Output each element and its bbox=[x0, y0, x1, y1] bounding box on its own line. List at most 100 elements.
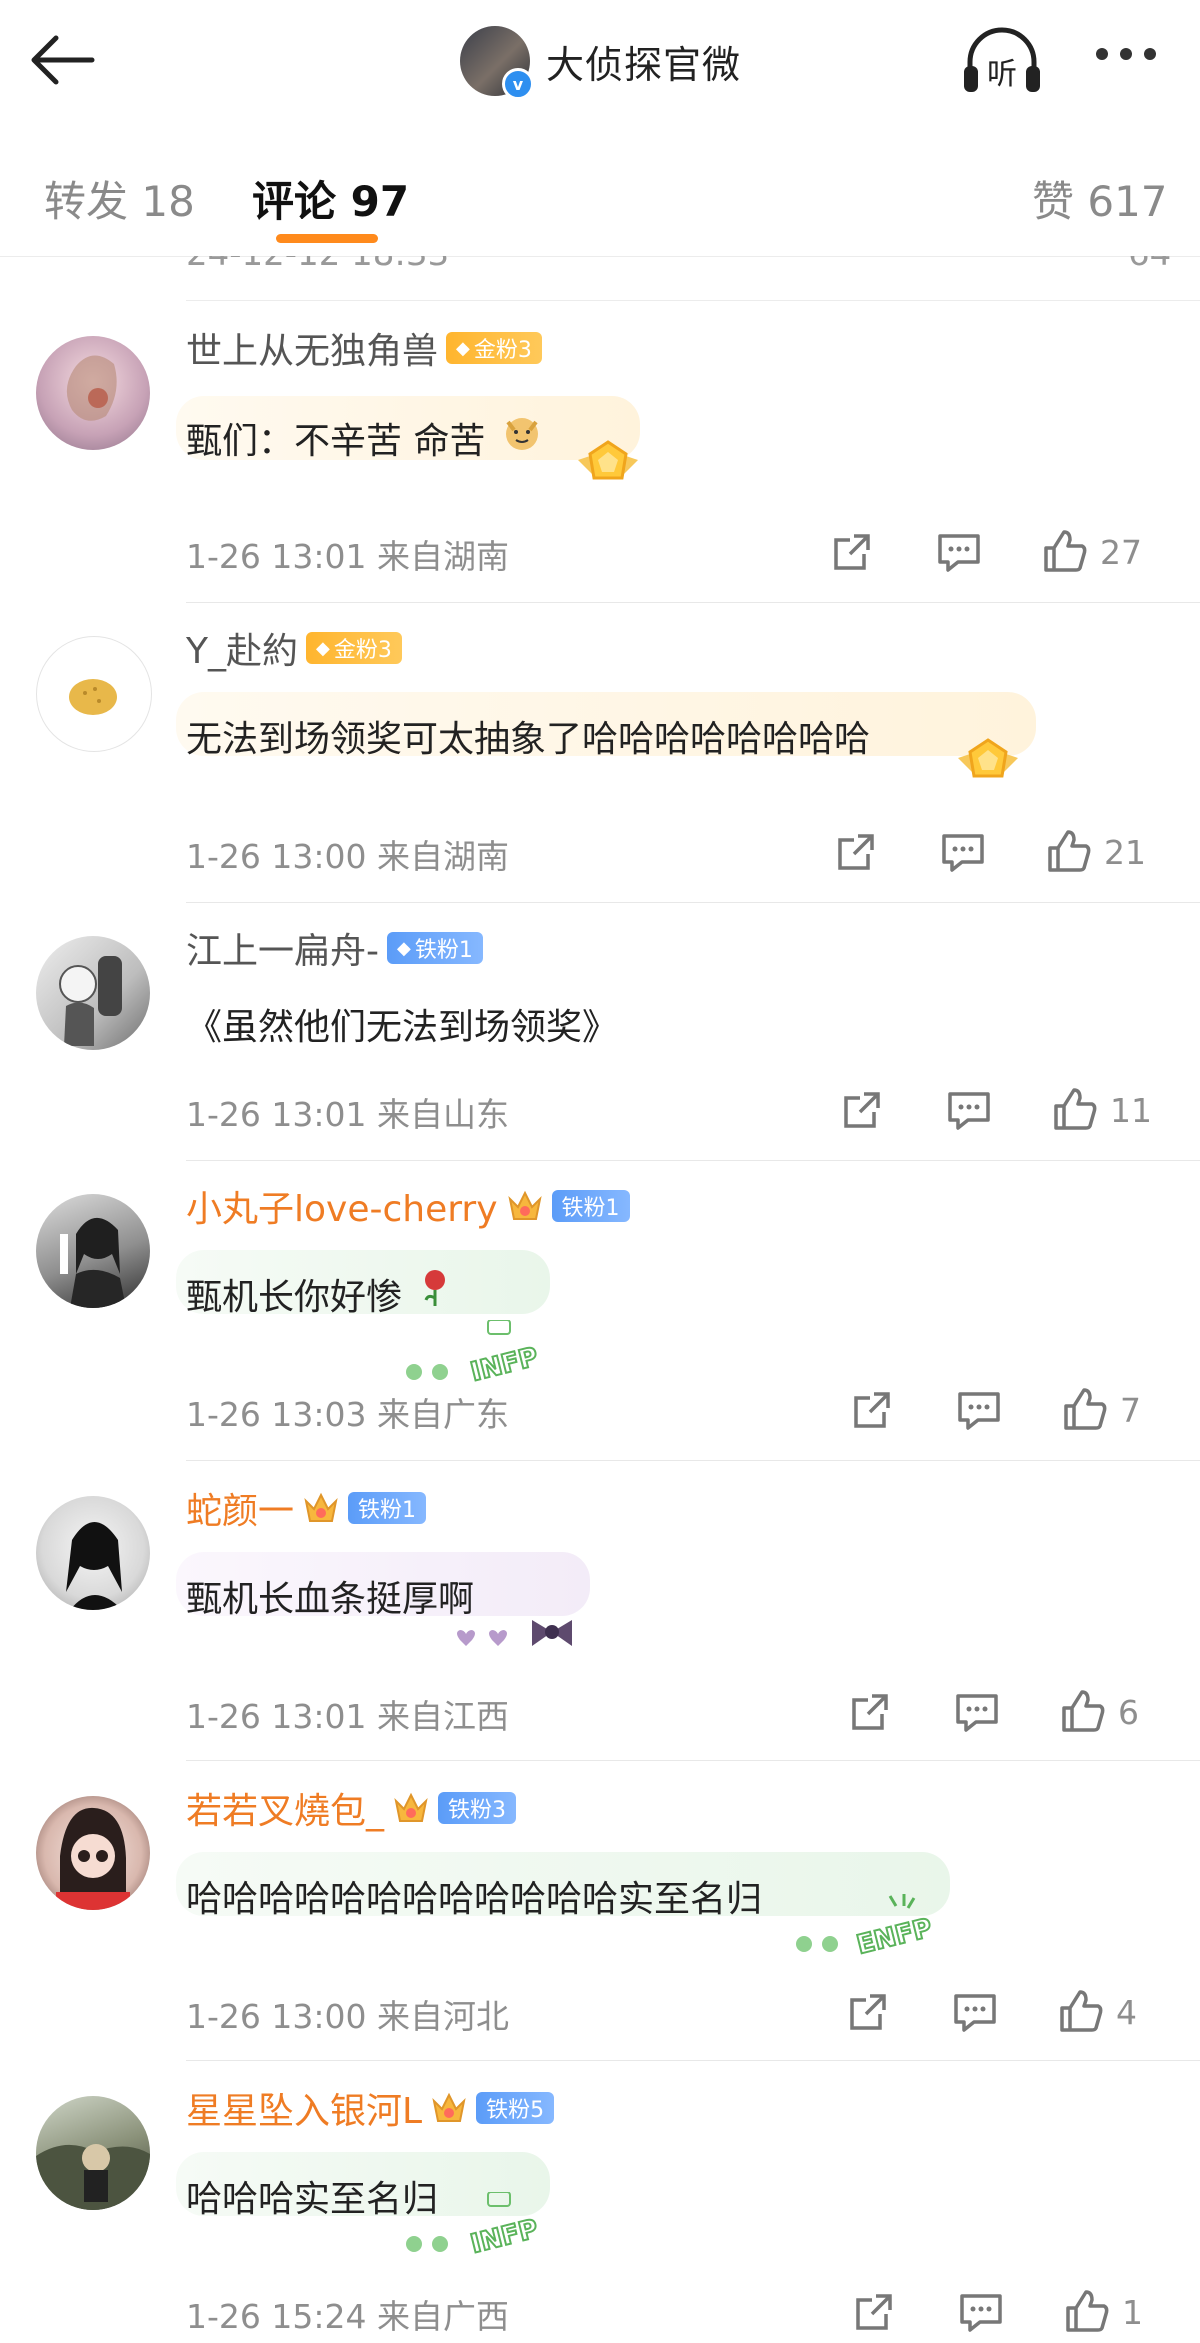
comment-meta: 1-26 13:00 来自河北 bbox=[186, 1990, 509, 2038]
like-button[interactable]: 27 bbox=[1040, 528, 1142, 576]
fan-badge[interactable]: 铁粉5 bbox=[476, 2092, 555, 2124]
rose-emoji-icon bbox=[424, 1270, 445, 1306]
fan-badge[interactable]: 铁粉1 bbox=[348, 1492, 427, 1524]
comment-meta: 1-26 13:01 来自山东 bbox=[186, 1088, 509, 1136]
comment-location: 来自河北 bbox=[377, 1997, 509, 2036]
share-icon[interactable] bbox=[848, 1690, 892, 1734]
comment-time: 1-26 13:00 bbox=[186, 837, 367, 876]
fan-badge[interactable]: 铁粉1 bbox=[551, 1190, 630, 1222]
reply-icon[interactable] bbox=[936, 530, 982, 574]
share-icon[interactable] bbox=[834, 830, 878, 874]
fan-badge[interactable]: ◆ 铁粉1 bbox=[387, 932, 483, 964]
fan-badge[interactable]: ◆ 金粉3 bbox=[306, 632, 402, 664]
account-name[interactable]: 大侦探官微 bbox=[546, 34, 741, 89]
thumbs-up-icon bbox=[1064, 1388, 1107, 1430]
fan-badge[interactable]: ◆ 金粉3 bbox=[446, 332, 542, 364]
user-avatar[interactable] bbox=[36, 936, 150, 1050]
comment-location: 来自湖南 bbox=[377, 837, 509, 876]
comment-actions: 11 bbox=[840, 1086, 1180, 1134]
mbti-sticker-label: INFP bbox=[468, 1342, 541, 1388]
tab-bar: 转发 18 评论 97 赞 617 bbox=[0, 122, 1200, 257]
comment-meta: 1-26 13:03 来自广东 bbox=[186, 1388, 509, 1436]
comment-text: 甄机长血条挺厚啊 bbox=[186, 1579, 475, 1620]
purple-hearts-bow-decoration-icon bbox=[457, 1620, 572, 1646]
comment-actions: 21 bbox=[834, 828, 1174, 876]
share-icon[interactable] bbox=[846, 1990, 890, 2034]
reply-icon[interactable] bbox=[952, 1990, 998, 2034]
tab-likes[interactable]: 赞 617 bbox=[1032, 168, 1168, 229]
like-count: 11 bbox=[1110, 1090, 1152, 1130]
tab-comments[interactable]: 评论 97 bbox=[252, 168, 409, 229]
fan-badge-label: 铁粉5 bbox=[486, 2098, 545, 2123]
share-icon[interactable] bbox=[830, 530, 874, 574]
comment-item: 世上从无独角兽 ◆ 金粉3 甄们：不辛苦 命苦 1-26 13:01 来自湖南 2… bbox=[0, 300, 1200, 602]
comment-meta: 1-26 15:24 来自广西 bbox=[186, 2290, 509, 2338]
share-icon[interactable] bbox=[850, 1388, 894, 1432]
user-name[interactable]: 若若叉燒包_ bbox=[186, 1782, 384, 1834]
doge-emoji-icon bbox=[506, 418, 538, 450]
reply-icon[interactable] bbox=[958, 2290, 1004, 2334]
back-arrow-icon[interactable] bbox=[28, 30, 100, 90]
like-button[interactable]: 21 bbox=[1044, 828, 1146, 876]
previous-comment-partial: 24-12-12 18:33 64 bbox=[186, 256, 1200, 301]
reply-icon[interactable] bbox=[940, 830, 986, 874]
reply-icon[interactable] bbox=[954, 1690, 1000, 1734]
comment-item: 若若叉燒包_ 铁粉3 哈哈哈哈哈哈哈哈哈哈哈哈实至名归 ENFP 1-26 13… bbox=[0, 1760, 1200, 2060]
user-avatar[interactable] bbox=[36, 1194, 150, 1308]
user-avatar[interactable] bbox=[36, 636, 152, 752]
mbti-sticker-label: INFP bbox=[468, 2214, 541, 2260]
user-name[interactable]: 蛇颜一 bbox=[186, 1482, 294, 1534]
more-options-icon[interactable] bbox=[1096, 48, 1156, 60]
thumbs-up-icon bbox=[1062, 1690, 1105, 1732]
crown-icon bbox=[432, 2092, 466, 2122]
like-count: 6 bbox=[1118, 1692, 1139, 1732]
like-button[interactable]: 1 bbox=[1062, 2288, 1143, 2336]
comment-actions: 4 bbox=[846, 1988, 1186, 2036]
user-avatar[interactable] bbox=[36, 2096, 150, 2210]
listen-headphones-icon[interactable]: 听 bbox=[960, 24, 1044, 98]
like-button[interactable]: 6 bbox=[1058, 1688, 1139, 1736]
fan-badge-label: 铁粉1 bbox=[561, 1196, 620, 1221]
user-name[interactable]: Y_赴約 bbox=[186, 622, 298, 674]
user-avatar[interactable] bbox=[36, 336, 150, 450]
crown-icon bbox=[304, 1492, 338, 1522]
comment-meta: 1-26 13:00 来自湖南 bbox=[186, 830, 509, 878]
user-name[interactable]: 江上一扁舟- bbox=[186, 922, 379, 974]
fan-badge-label: 铁粉3 bbox=[448, 1798, 507, 1823]
fan-badge-label: 铁粉1 bbox=[358, 1498, 417, 1523]
user-name[interactable]: 小丸子love-cherry bbox=[186, 1180, 498, 1232]
comment-location: 来自湖南 bbox=[377, 537, 509, 576]
share-icon[interactable] bbox=[840, 1088, 884, 1132]
account-header[interactable]: v 大侦探官微 bbox=[460, 22, 741, 100]
share-icon[interactable] bbox=[852, 2290, 896, 2334]
user-avatar[interactable] bbox=[36, 1496, 150, 1610]
active-tab-indicator bbox=[276, 234, 378, 243]
crown-icon bbox=[394, 1792, 428, 1822]
like-button[interactable]: 11 bbox=[1050, 1086, 1152, 1134]
fan-badge-label: 金粉3 bbox=[333, 638, 392, 663]
comment-text: 无法到场领奖可太抽象了哈哈哈哈哈哈哈哈 bbox=[186, 719, 871, 760]
like-button[interactable]: 4 bbox=[1056, 1988, 1137, 2036]
fan-badge[interactable]: 铁粉3 bbox=[438, 1792, 517, 1824]
comment-text: 甄机长你好惨 bbox=[186, 1277, 403, 1318]
user-name[interactable]: 世上从无独角兽 bbox=[186, 322, 438, 374]
thumbs-up-icon bbox=[1048, 830, 1091, 872]
comment-item: 蛇颜一 铁粉1 甄机长血条挺厚啊 1-26 13:01 来自江西 6 bbox=[0, 1460, 1200, 1760]
tab-reposts[interactable]: 转发 18 bbox=[44, 168, 195, 229]
comment-item: 星星坠入银河L 铁粉5 哈哈哈实至名归 INFP 1-26 15:24 来自广西… bbox=[0, 2060, 1200, 2343]
account-avatar[interactable]: v bbox=[460, 26, 534, 100]
user-name[interactable]: 星星坠入银河L bbox=[186, 2082, 422, 2134]
comment-item: 江上一扁舟- ◆ 铁粉1 《虽然他们无法到场领奖》 1-26 13:01 来自山东… bbox=[0, 902, 1200, 1160]
comment-meta: 1-26 13:01 来自湖南 bbox=[186, 530, 509, 578]
user-avatar[interactable] bbox=[36, 1796, 150, 1910]
comment-actions: 7 bbox=[850, 1386, 1190, 1434]
verified-icon: v bbox=[502, 68, 534, 100]
mbti-sticker-decoration-icon: INFP bbox=[406, 1320, 542, 1389]
thumbs-up-icon bbox=[1054, 1088, 1097, 1130]
prev-comment-likes: 64 bbox=[1128, 256, 1171, 274]
like-button[interactable]: 7 bbox=[1060, 1386, 1141, 1434]
comment-actions: 1 bbox=[852, 2288, 1192, 2336]
reply-icon[interactable] bbox=[956, 1388, 1002, 1432]
mbti-sticker-decoration-icon: INFP bbox=[406, 2192, 542, 2261]
reply-icon[interactable] bbox=[946, 1088, 992, 1132]
